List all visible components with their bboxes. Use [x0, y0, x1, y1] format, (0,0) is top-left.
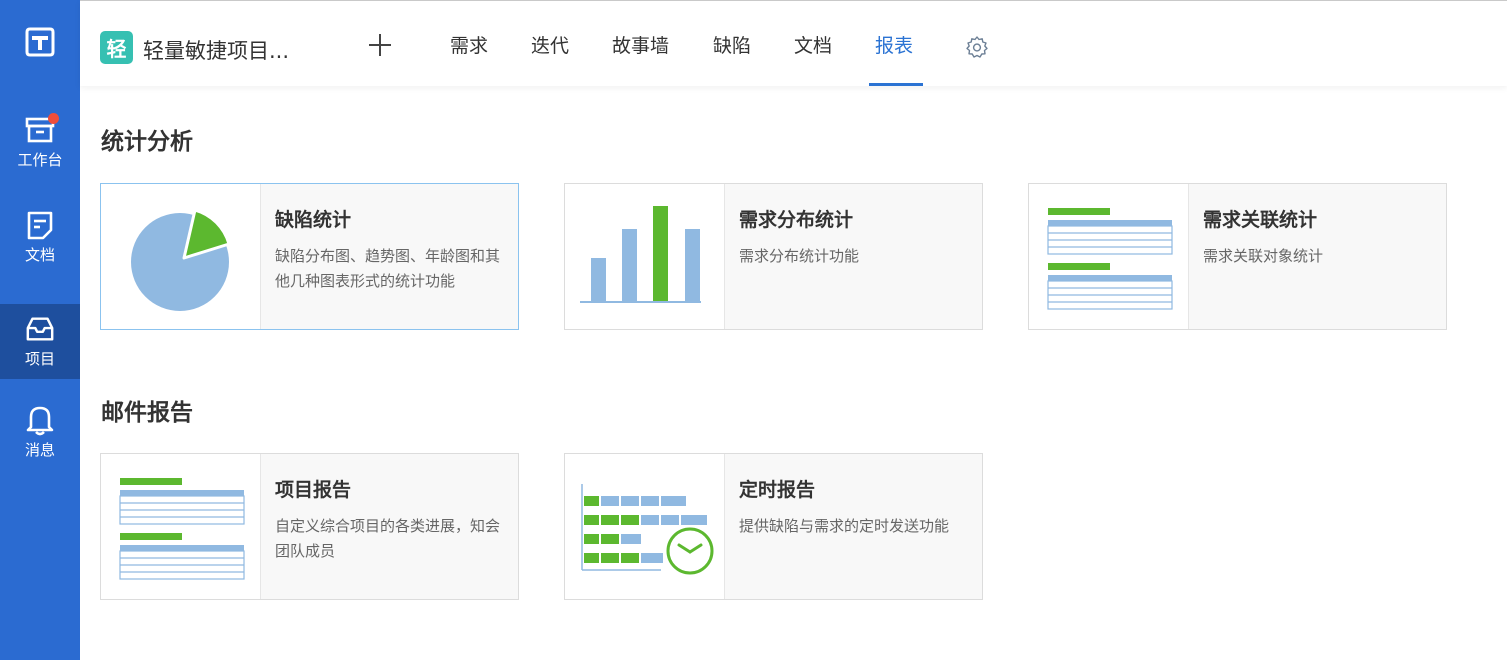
table-list-icon — [1029, 184, 1189, 329]
tab-documents[interactable]: 文档 — [794, 31, 832, 58]
schedule-clock-icon — [565, 454, 725, 599]
card-description: 需求关联对象统计 — [1203, 247, 1324, 265]
card-description: 缺陷分布图、趋势图、年龄图和其他几种图表形式的统计功能 — [275, 247, 501, 290]
card-title: 缺陷统计 — [275, 209, 352, 231]
active-tab-indicator — [869, 83, 923, 86]
notification-badge — [48, 113, 59, 124]
project-icon: 轻 — [100, 31, 133, 64]
card-title: 需求关联统计 — [1203, 209, 1318, 231]
sidebar-item-messages[interactable]: 消息 — [0, 395, 80, 470]
bell-icon — [25, 405, 55, 436]
sidebar-item-label: 文档 — [24, 246, 55, 264]
gear-icon[interactable] — [965, 35, 989, 59]
archive-icon — [25, 113, 59, 145]
sidebar: 工作台 文档 项目 消息 — [0, 0, 80, 660]
app-logo[interactable] — [0, 0, 80, 86]
sidebar-item-workbench[interactable]: 工作台 — [0, 105, 80, 180]
inbox-icon — [25, 314, 55, 344]
report-card-project-report[interactable]: 项目报告 自定义综合项目的各类进展，知会团队成员 — [100, 453, 519, 600]
section-title-email-reports: 邮件报告 — [101, 400, 193, 426]
card-title: 定时报告 — [739, 479, 816, 501]
sidebar-item-projects[interactable]: 项目 — [0, 304, 80, 379]
report-card-defect-stats[interactable]: 缺陷统计 缺陷分布图、趋势图、年龄图和其他几种图表形式的统计功能 — [100, 183, 519, 330]
sidebar-item-label: 项目 — [24, 350, 55, 368]
card-title: 项目报告 — [275, 479, 352, 501]
tab-requirements[interactable]: 需求 — [450, 31, 488, 58]
card-title: 需求分布统计 — [739, 209, 854, 231]
top-bar: 轻 轻量敏捷项目... 需求 迭代 故事墙 缺陷 文档 报表 — [80, 0, 1507, 86]
card-description: 自定义综合项目的各类进展，知会团队成员 — [275, 517, 501, 560]
card-description: 提供缺陷与需求的定时发送功能 — [739, 517, 950, 535]
table-list-icon — [101, 454, 261, 599]
bar-chart-icon — [565, 184, 725, 329]
section-title-statistics: 统计分析 — [101, 129, 193, 155]
document-icon — [25, 210, 55, 240]
report-card-scheduled-report[interactable]: 定时报告 提供缺陷与需求的定时发送功能 — [564, 453, 983, 600]
tab-story-wall[interactable]: 故事墙 — [612, 31, 669, 58]
sidebar-item-label: 工作台 — [17, 151, 63, 169]
project-name[interactable]: 轻量敏捷项目... — [143, 35, 289, 65]
tab-defects[interactable]: 缺陷 — [713, 31, 751, 58]
logo-icon — [25, 27, 55, 57]
card-description: 需求分布统计功能 — [739, 247, 860, 265]
pie-chart-icon — [101, 184, 261, 329]
tab-iterations[interactable]: 迭代 — [531, 31, 569, 58]
tab-reports[interactable]: 报表 — [875, 31, 913, 58]
report-card-requirement-distribution[interactable]: 需求分布统计 需求分布统计功能 — [564, 183, 983, 330]
add-icon[interactable] — [366, 31, 394, 59]
sidebar-item-label: 消息 — [24, 441, 55, 459]
sidebar-item-docs[interactable]: 文档 — [0, 200, 80, 275]
report-card-requirement-association[interactable]: 需求关联统计 需求关联对象统计 — [1028, 183, 1447, 330]
